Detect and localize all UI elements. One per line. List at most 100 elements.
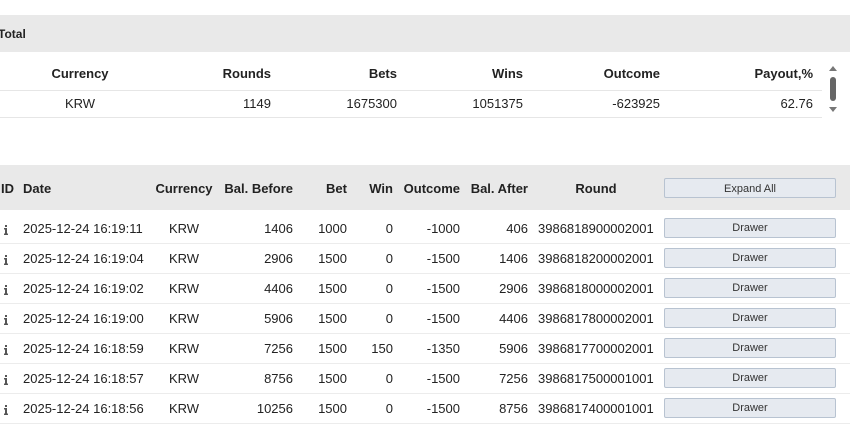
drawer-button[interactable]: Drawer	[664, 398, 836, 418]
row-date: 2025-12-24 16:18:57	[23, 371, 144, 386]
table-row: 2025-12-24 16:19:11 KRW 1406 1000 0 -1000 406 3…	[0, 213, 850, 244]
row-date: 2025-12-24 16:18:56	[23, 401, 144, 416]
summary-header-rounds: Rounds	[222, 66, 271, 81]
row-bet: 1500	[318, 341, 347, 356]
summary-bets: 1675300	[346, 96, 397, 111]
row-win: 0	[385, 251, 393, 266]
summary-header-payout: Payout,%	[754, 66, 813, 81]
row-currency: KRW	[168, 401, 200, 416]
header-round: Round	[575, 181, 617, 196]
row-outcome: -1500	[426, 281, 460, 296]
row-currency: KRW	[168, 221, 200, 236]
table-row: 2025-12-24 16:18:57 KRW 8756 1500 0 -1500 7256…	[0, 363, 850, 394]
row-bet: 1500	[318, 371, 347, 386]
row-round: 3986818000002001	[538, 281, 654, 296]
drawer-button[interactable]: Drawer	[664, 338, 836, 358]
header-bal-before: Bal. Before	[224, 181, 293, 196]
row-outcome: -1350	[426, 341, 460, 356]
row-round: 3986817500001001	[538, 371, 654, 386]
summary-scrollbar[interactable]	[826, 64, 840, 116]
summary-rounds: 1149	[243, 96, 271, 111]
row-bal-after: 4406	[499, 311, 528, 326]
row-currency: KRW	[168, 341, 200, 356]
row-bet: 1500	[318, 401, 347, 416]
row-win: 0	[385, 311, 393, 326]
row-date: 2025-12-24 16:19:04	[23, 251, 144, 266]
table-row: 2025-12-24 16:18:56 KRW 10256 1500 0 -1500 875…	[0, 393, 850, 424]
row-outcome: -1500	[426, 401, 460, 416]
row-win: 0	[385, 221, 393, 236]
info-icon[interactable]	[3, 343, 9, 355]
table-row: 2025-12-24 16:19:02 KRW 4406 1500 0 -1500 2906…	[0, 273, 850, 304]
header-win: Win	[369, 181, 393, 196]
row-bal-after: 2906	[499, 281, 528, 296]
row-win: 0	[385, 281, 393, 296]
summary-header-currency: Currency	[51, 66, 109, 81]
header-date: Date	[23, 181, 52, 196]
header-bet: Bet	[326, 181, 347, 196]
row-bal-before: 5906	[264, 311, 293, 326]
summary-payout: 62.76	[780, 96, 813, 111]
row-bal-after: 7256	[499, 371, 528, 386]
row-bal-before: 4406	[264, 281, 293, 296]
info-icon[interactable]	[3, 253, 9, 265]
expand-all-button[interactable]: Expand All	[664, 178, 836, 198]
header-id: ID	[1, 181, 14, 196]
row-outcome: -1500	[426, 371, 460, 386]
drawer-button[interactable]: Drawer	[664, 368, 836, 388]
header-bal-after: Bal. After	[470, 181, 528, 196]
row-date: 2025-12-24 16:19:02	[23, 281, 144, 296]
info-icon[interactable]	[3, 403, 9, 415]
header-outcome: Outcome	[403, 181, 460, 196]
row-bal-after: 406	[506, 221, 528, 236]
row-date: 2025-12-24 16:19:00	[23, 311, 144, 326]
row-bal-after: 1406	[499, 251, 528, 266]
info-icon[interactable]	[3, 223, 9, 235]
total-section-header: Total	[0, 15, 850, 52]
summary-header-bets: Bets	[368, 66, 397, 81]
total-title: Total	[0, 27, 26, 41]
row-currency: KRW	[168, 281, 200, 296]
row-round: 3986817800002001	[538, 311, 654, 326]
row-date: 2025-12-24 16:18:59	[23, 341, 144, 356]
row-bet: 1500	[318, 281, 347, 296]
summary-table-header: Currency Rounds Bets Wins Outcome Payout…	[0, 66, 850, 86]
row-bal-before: 7256	[264, 341, 293, 356]
row-round: 3986817700002001	[538, 341, 654, 356]
table-row: 2025-12-24 16:19:00 KRW 5906 1500 0 -1500 4406…	[0, 303, 850, 334]
scrollbar-thumb[interactable]	[830, 77, 836, 101]
table-row: 2025-12-24 16:18:59 KRW 7256 1500 150 -1350 59…	[0, 333, 850, 364]
summary-divider-bottom	[0, 117, 822, 118]
row-currency: KRW	[168, 371, 200, 386]
row-win: 0	[385, 401, 393, 416]
summary-currency: KRW	[64, 96, 96, 111]
row-bet: 1000	[318, 221, 347, 236]
details-table-header: ID Date Currency Bal. Before Bet Win Out…	[0, 165, 850, 210]
drawer-button[interactable]: Drawer	[664, 248, 836, 268]
row-bal-before: 8756	[264, 371, 293, 386]
drawer-button[interactable]: Drawer	[664, 278, 836, 298]
row-outcome: -1500	[426, 251, 460, 266]
info-icon[interactable]	[3, 313, 9, 325]
summary-divider	[0, 90, 822, 91]
row-bal-after: 8756	[499, 401, 528, 416]
summary-table-row: KRW 1149 1675300 1051375 -623925 62.76	[0, 96, 850, 116]
row-bal-before: 1406	[264, 221, 293, 236]
row-bal-after: 5906	[499, 341, 528, 356]
row-bal-before: 10256	[256, 401, 293, 416]
info-icon[interactable]	[3, 283, 9, 295]
drawer-button[interactable]: Drawer	[664, 218, 836, 238]
info-icon[interactable]	[3, 373, 9, 385]
row-bet: 1500	[318, 251, 347, 266]
table-row: 2025-12-24 16:19:04 KRW 2906 1500 0 -1500 1406…	[0, 243, 850, 274]
scroll-down-arrow-icon[interactable]	[829, 107, 837, 112]
row-currency: KRW	[168, 311, 200, 326]
drawer-button[interactable]: Drawer	[664, 308, 836, 328]
row-round: 3986817400001001	[538, 401, 654, 416]
row-bal-before: 2906	[264, 251, 293, 266]
row-date: 2025-12-24 16:19:11	[23, 221, 143, 236]
scroll-up-arrow-icon[interactable]	[829, 66, 837, 71]
row-outcome: -1500	[426, 311, 460, 326]
summary-wins: 1051375	[472, 96, 523, 111]
row-currency: KRW	[168, 251, 200, 266]
